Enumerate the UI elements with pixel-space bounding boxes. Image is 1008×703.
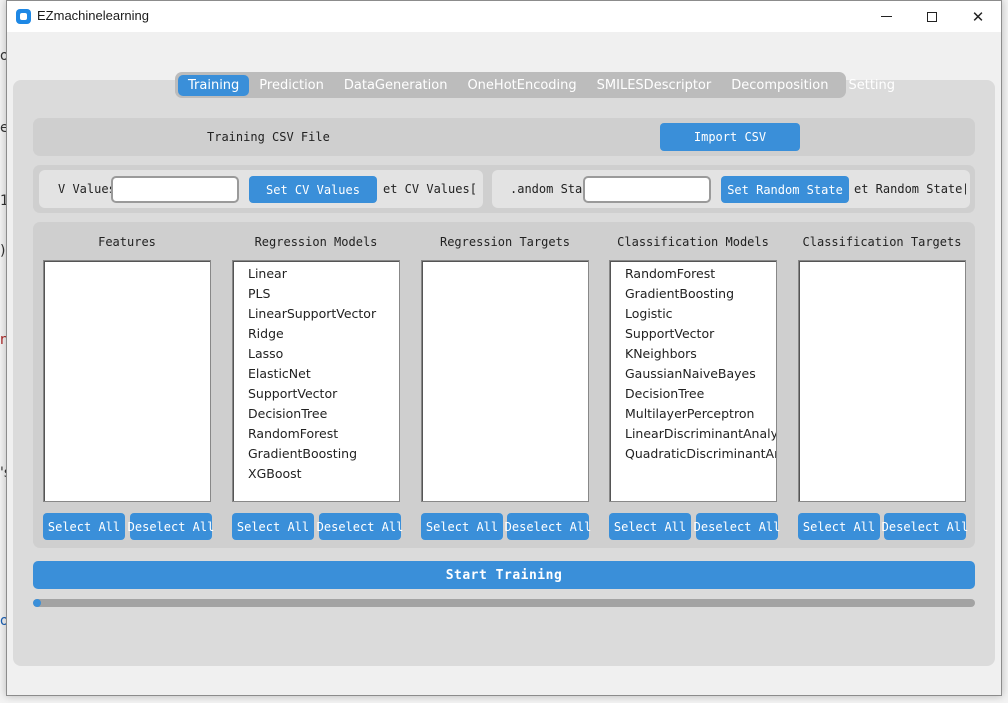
regression-targets-listbox[interactable] xyxy=(421,260,589,502)
list-item[interactable]: Lasso xyxy=(248,344,399,364)
classification-targets-list xyxy=(799,261,965,264)
list-item[interactable]: Ridge xyxy=(248,324,399,344)
maximize-button[interactable] xyxy=(909,1,955,32)
classification-targets-deselect-all-button[interactable]: Deselect All xyxy=(882,513,968,540)
list-item[interactable]: DecisionTree xyxy=(625,384,776,404)
list-item[interactable]: PLS xyxy=(248,284,399,304)
classification-models-listbox[interactable]: RandomForest GradientBoosting Logistic S… xyxy=(609,260,777,502)
training-csv-label: Training CSV File xyxy=(207,130,330,144)
features-deselect-all-button[interactable]: Deselect All xyxy=(128,513,214,540)
cv-values-frame: V Values Set CV Values et CV Values[ xyxy=(39,170,483,208)
classification-models-title: Classification Models xyxy=(617,235,769,249)
training-progress-bar xyxy=(33,599,975,607)
list-item[interactable]: MultilayerPerceptron xyxy=(625,404,776,424)
list-item[interactable]: GradientBoosting xyxy=(625,284,776,304)
tab-prediction[interactable]: Prediction xyxy=(249,75,334,96)
tab-bar: Training Prediction DataGeneration OneHo… xyxy=(175,72,895,98)
import-csv-button[interactable]: Import CSV xyxy=(660,123,800,151)
features-select-all-button[interactable]: Select All xyxy=(43,513,125,540)
classification-models-list: RandomForest GradientBoosting Logistic S… xyxy=(610,261,776,464)
set-cv-values-button[interactable]: Set CV Values xyxy=(249,176,377,203)
regression-models-select-all-button[interactable]: Select All xyxy=(232,513,314,540)
list-item[interactable]: SupportVector xyxy=(248,384,399,404)
list-item[interactable]: DecisionTree xyxy=(248,404,399,424)
title-bar[interactable]: EZmachinelearning ✕ xyxy=(7,1,1001,32)
regression-models-deselect-all-button[interactable]: Deselect All xyxy=(317,513,403,540)
classification-targets-listbox[interactable] xyxy=(798,260,966,502)
list-item[interactable]: GaussianNaiveBayes xyxy=(625,364,776,384)
random-state-status: et Random State[ xyxy=(854,182,966,196)
window-title: EZmachinelearning xyxy=(37,8,150,23)
classification-targets-select-all-button[interactable]: Select All xyxy=(798,513,880,540)
list-item[interactable]: QuadraticDiscriminantAnalysis xyxy=(625,444,776,464)
close-button[interactable]: ✕ xyxy=(955,1,1001,32)
features-list xyxy=(44,261,210,264)
list-item[interactable]: LinearDiscriminantAnalysis xyxy=(625,424,776,444)
regression-models-title: Regression Models xyxy=(254,235,378,249)
tab-setting[interactable]: Setting xyxy=(838,75,905,96)
minimize-icon xyxy=(880,16,892,17)
cv-values-label: V Values xyxy=(58,182,116,196)
list-item[interactable]: GradientBoosting xyxy=(248,444,399,464)
app-logo-icon xyxy=(16,9,31,24)
tab-training[interactable]: Training xyxy=(178,74,250,96)
classification-models-select-all-button[interactable]: Select All xyxy=(609,513,691,540)
classification-models-deselect-all-button[interactable]: Deselect All xyxy=(694,513,780,540)
list-item[interactable]: LinearSupportVector xyxy=(248,304,399,324)
random-state-input[interactable] xyxy=(583,176,711,203)
list-item[interactable]: Linear xyxy=(248,264,399,284)
regression-targets-select-all-button[interactable]: Select All xyxy=(421,513,503,540)
list-item[interactable]: SupportVector xyxy=(625,324,776,344)
list-item[interactable]: KNeighbors xyxy=(625,344,776,364)
set-random-state-button[interactable]: Set Random State xyxy=(721,176,849,203)
list-item[interactable]: Logistic xyxy=(625,304,776,324)
settings-frame: V Values Set CV Values et CV Values[ .an… xyxy=(33,165,975,213)
random-state-frame: .andom State Set Random State et Random … xyxy=(492,170,970,208)
list-item[interactable]: RandomForest xyxy=(248,424,399,444)
list-item[interactable]: ElasticNet xyxy=(248,364,399,384)
app-window: EZmachinelearning ✕ Training Prediction … xyxy=(6,0,1002,696)
list-item[interactable]: XGBoost xyxy=(248,464,399,484)
tab-onehotencoding[interactable]: OneHotEncoding xyxy=(457,75,586,96)
tab-datageneration[interactable]: DataGeneration xyxy=(334,75,458,96)
maximize-icon xyxy=(927,11,937,22)
regression-models-list: Linear PLS LinearSupportVector Ridge Las… xyxy=(233,261,399,484)
classification-targets-title: Classification Targets xyxy=(802,235,962,249)
features-listbox[interactable] xyxy=(43,260,211,502)
background-text-fragment: ) xyxy=(0,243,6,259)
tab-decomposition[interactable]: Decomposition xyxy=(721,75,838,96)
csv-import-frame: Training CSV File Import CSV xyxy=(33,118,975,156)
progress-fill xyxy=(33,599,41,607)
cv-values-status: et CV Values[ xyxy=(383,182,477,196)
list-item[interactable]: RandomForest xyxy=(625,264,776,284)
regression-targets-list xyxy=(422,261,588,264)
close-icon: ✕ xyxy=(971,7,985,26)
minimize-button[interactable] xyxy=(863,1,909,32)
start-training-button[interactable]: Start Training xyxy=(33,561,975,589)
regression-targets-deselect-all-button[interactable]: Deselect All xyxy=(505,513,591,540)
tab-smilesdescriptor[interactable]: SMILESDescriptor xyxy=(587,75,722,96)
features-title: Features xyxy=(98,235,156,249)
regression-models-listbox[interactable]: Linear PLS LinearSupportVector Ridge Las… xyxy=(232,260,400,502)
regression-targets-title: Regression Targets xyxy=(439,235,571,249)
cv-values-input[interactable] xyxy=(111,176,239,203)
